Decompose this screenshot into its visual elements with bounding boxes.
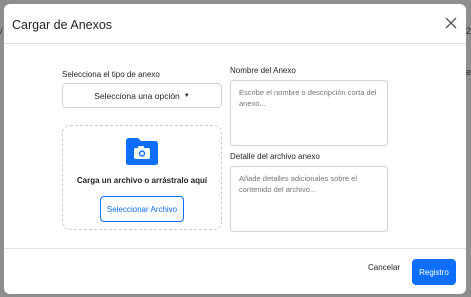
modal-title: Cargar de Anexos xyxy=(12,18,113,32)
caret-down-icon: ▼ xyxy=(183,92,190,99)
cancel-button[interactable]: Cancelar xyxy=(368,263,400,272)
file-dropzone[interactable]: Carga un archivo o arrástralo aquí Selec… xyxy=(62,125,222,230)
backdrop-text-right: 2 xyxy=(465,26,471,36)
close-button[interactable] xyxy=(444,16,458,30)
attachment-detail-label: Detalle del archivo anexo xyxy=(230,152,320,161)
submit-button[interactable]: Registro xyxy=(412,259,456,285)
close-icon xyxy=(445,17,457,29)
select-file-button[interactable]: Seleccionar Archivo xyxy=(100,196,184,222)
attachment-name-label: Nombre del Anexo xyxy=(230,66,296,75)
dropzone-text: Carga un archivo o arrástralo aquí xyxy=(76,176,208,185)
folder-camera-icon xyxy=(126,138,158,165)
attachment-type-select-value: Selecciona una opción xyxy=(94,90,180,101)
attachment-detail-input[interactable] xyxy=(230,166,388,232)
modal-header: Cargar de Anexos xyxy=(4,4,466,44)
upload-attachments-modal: Cargar de Anexos Selecciona el tipo de a… xyxy=(4,4,466,294)
attachment-name-input[interactable] xyxy=(230,80,388,146)
modal-footer: Cancelar Registro xyxy=(4,248,466,294)
attachment-type-label: Selecciona el tipo de anexo xyxy=(62,70,160,79)
attachment-type-select[interactable]: Selecciona una opción ▼ xyxy=(62,83,222,108)
backdrop-text-left: / xyxy=(0,26,3,36)
backdrop-text-right-2: e xyxy=(465,67,471,77)
